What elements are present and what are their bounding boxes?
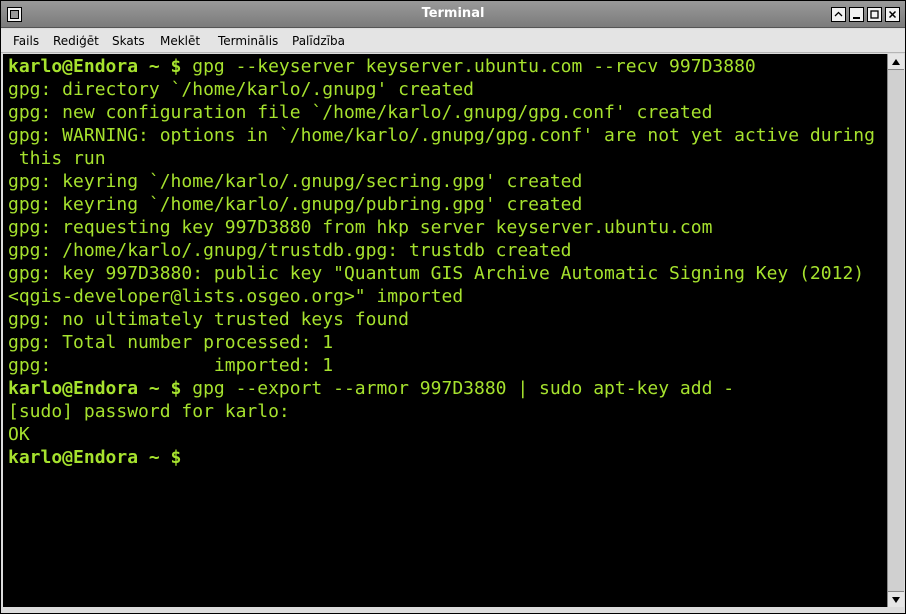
terminal-line: gpg: keyring `/home/karlo/.gnupg/secring… — [8, 170, 582, 193]
line-text: gpg: no ultimately trusted keys found — [8, 309, 409, 330]
line-text: <qgis-developer@lists.osgeo.org>" import… — [8, 286, 464, 307]
terminal-line: gpg: Total number processed: 1 — [8, 331, 333, 354]
terminal-line: gpg: new configuration file `/home/karlo… — [8, 101, 712, 124]
shell-prompt: karlo@Endora ~ $ — [8, 447, 182, 468]
scroll-up-arrow-icon[interactable] — [888, 54, 904, 70]
terminal-line: <qgis-developer@lists.osgeo.org>" import… — [8, 285, 463, 308]
line-text: gpg: keyring `/home/karlo/.gnupg/secring… — [8, 171, 583, 192]
terminal-line: gpg: directory `/home/karlo/.gnupg' crea… — [8, 78, 474, 101]
terminal-line: gpg: requesting key 997D3880 from hkp se… — [8, 216, 712, 239]
line-text: gpg: key 997D3880: public key "Quantum G… — [8, 263, 865, 284]
shell-prompt: karlo@Endora ~ $ — [8, 56, 182, 77]
line-text: gpg --keyserver keyserver.ubuntu.com --r… — [181, 56, 756, 77]
line-text: gpg --export --armor 997D3880 | sudo apt… — [181, 378, 735, 399]
menu-fails[interactable]: Fails — [13, 34, 39, 48]
terminal-line: gpg: /home/karlo/.gnupg/trustdb.gpg: tru… — [8, 239, 572, 262]
terminal-output[interactable]: karlo@Endora ~ $ gpg --keyserver keyserv… — [3, 54, 887, 607]
terminal-line: karlo@Endora ~ $ gpg --keyserver keyserv… — [8, 55, 756, 78]
scrollbar-track[interactable] — [888, 71, 904, 590]
menu-terminalis[interactable]: Terminālis — [218, 34, 278, 48]
terminal-window: Terminal Fails Rediģēt Skats Meklēt Term… — [0, 0, 906, 614]
menu-redigt[interactable]: Rediģēt — [53, 34, 99, 48]
line-text: gpg: Total number processed: 1 — [8, 332, 334, 353]
terminal-line: gpg: WARNING: options in `/home/karlo/.g… — [8, 124, 875, 147]
line-text: gpg: keyring `/home/karlo/.gnupg/pubring… — [8, 194, 583, 215]
terminal-line: this run — [8, 147, 106, 170]
line-text: gpg: imported: 1 — [8, 355, 334, 376]
terminal-line: gpg: key 997D3880: public key "Quantum G… — [8, 262, 864, 285]
line-text: gpg: WARNING: options in `/home/karlo/.g… — [8, 125, 875, 146]
shell-prompt: karlo@Endora ~ $ — [8, 378, 182, 399]
menu-skats[interactable]: Skats — [112, 34, 145, 48]
close-icon[interactable] — [885, 7, 900, 22]
window-title: Terminal — [421, 6, 485, 21]
title-bar[interactable]: Terminal — [1, 1, 905, 28]
terminal-line: [sudo] password for karlo: — [8, 400, 290, 423]
scroll-down-arrow-icon[interactable] — [888, 591, 904, 607]
terminal-line: gpg: imported: 1 — [8, 354, 333, 377]
line-text: [sudo] password for karlo: — [8, 401, 290, 422]
maximize-icon[interactable] — [867, 7, 882, 22]
line-text: OK — [8, 424, 30, 445]
line-text: gpg: /home/karlo/.gnupg/trustdb.gpg: tru… — [8, 240, 572, 261]
menu-meklet[interactable]: Meklēt — [160, 34, 200, 48]
minimize-icon[interactable] — [849, 7, 864, 22]
terminal-line: karlo@Endora ~ $ — [8, 446, 181, 469]
terminal-line: gpg: keyring `/home/karlo/.gnupg/pubring… — [8, 193, 582, 216]
terminal-line: karlo@Endora ~ $ gpg --export --armor 99… — [8, 377, 734, 400]
line-text: this run — [8, 148, 106, 169]
terminal-line: gpg: no ultimately trusted keys found — [8, 308, 409, 331]
menu-palidziba[interactable]: Palīdzība — [292, 34, 345, 48]
terminal-line: OK — [8, 423, 30, 446]
line-text: gpg: new configuration file `/home/karlo… — [8, 102, 713, 123]
vertical-scrollbar[interactable] — [887, 54, 904, 607]
line-text: gpg: requesting key 997D3880 from hkp se… — [8, 217, 713, 238]
shade-icon[interactable] — [831, 7, 846, 22]
line-text: gpg: directory `/home/karlo/.gnupg' crea… — [8, 79, 474, 100]
menu-bar: Fails Rediģēt Skats Meklēt Terminālis Pa… — [1, 29, 905, 53]
